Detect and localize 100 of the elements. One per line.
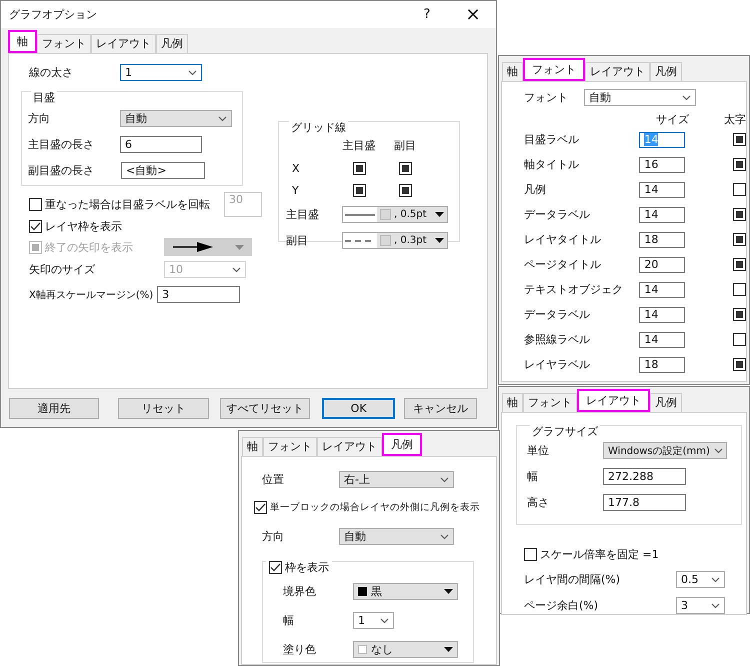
tab[interactable]: 凡例 [156, 34, 188, 53]
caret-icon [444, 647, 453, 652]
checkbox[interactable] [732, 258, 746, 271]
field-label: 参照線ラベル [524, 332, 591, 347]
tab[interactable]: 凡例 [382, 433, 422, 456]
field-label: データラベル [524, 207, 591, 222]
input-field[interactable]: 3 [157, 286, 240, 303]
input-field[interactable]: 18 [639, 356, 686, 372]
dropdown[interactable]: 0.5 [676, 571, 725, 588]
button[interactable]: OK [322, 398, 396, 419]
dropdown[interactable]: 自動 [120, 110, 232, 127]
field-label: レイヤタイトル [524, 232, 602, 247]
tab[interactable]: フォント [523, 58, 585, 81]
dropdown[interactable]: 1 [353, 612, 394, 629]
column-header: 主目盛 [342, 138, 376, 153]
help-button[interactable]: ? [404, 7, 450, 22]
checkbox[interactable] [352, 162, 366, 175]
input-field[interactable]: 14 [639, 182, 686, 198]
checkbox[interactable] [29, 198, 42, 211]
field-label: 塗り色 [283, 642, 317, 657]
tab[interactable]: 凡例 [650, 62, 682, 81]
field-label: ページタイトル [524, 257, 602, 272]
checkbox[interactable] [398, 162, 412, 175]
field-label: レイヤ間の間隔(%) [524, 572, 622, 587]
chevron-icon [711, 602, 720, 608]
field-label: ページ余白(%) [524, 598, 600, 613]
input-field[interactable]: 14 [639, 306, 686, 322]
checkbox[interactable] [524, 548, 537, 561]
color-dropdown[interactable]: なし [353, 641, 458, 658]
input-field[interactable]: <自動> [121, 162, 205, 179]
chevron-icon [682, 94, 691, 100]
checkbox[interactable] [732, 358, 746, 371]
dropdown[interactable]: 1 [120, 64, 202, 81]
chevron-icon [440, 476, 449, 482]
input-field[interactable]: 177.8 [603, 494, 686, 511]
checkbox[interactable] [254, 501, 267, 514]
field-label: X軸再スケールマージン(%) [29, 288, 154, 302]
dropdown[interactable]: 3 [676, 597, 725, 614]
checkbox-label: 単一ブロックの場合レイヤの外側に凡例を表示 [270, 501, 480, 514]
tab[interactable]: フォント [523, 393, 577, 412]
field-label: 凡例 [524, 182, 547, 197]
checkbox[interactable] [732, 233, 746, 246]
caret-icon [435, 212, 444, 217]
dropdown[interactable]: 右-上 [339, 471, 454, 488]
arrow-icon [172, 242, 212, 252]
input-field[interactable]: 18 [639, 232, 686, 248]
input-field[interactable]: 6 [120, 136, 202, 153]
tab[interactable]: 軸 [8, 30, 37, 53]
input-field[interactable]: 20 [639, 256, 686, 272]
tab[interactable]: 凡例 [650, 393, 682, 412]
window-title: グラフオプション [9, 7, 97, 22]
checkbox[interactable] [732, 208, 746, 221]
input-field[interactable]: 272.288 [603, 468, 686, 485]
close-button[interactable]: × [450, 4, 496, 25]
dropdown[interactable]: Windowsの設定(mm) [603, 442, 727, 459]
field-label: レイヤラベル [524, 357, 591, 372]
column-header: 副目 [393, 138, 417, 153]
checkbox[interactable] [269, 561, 282, 574]
tab[interactable]: レイアウト [317, 437, 382, 456]
tab[interactable]: レイアウト [577, 389, 650, 412]
group-title: グラフサイズ [530, 424, 600, 439]
dropdown[interactable]: 自動 [584, 89, 696, 106]
field-label: 線の太さ [29, 65, 74, 80]
input-field[interactable]: 14 [639, 282, 686, 298]
button[interactable]: キャンセル [404, 398, 477, 419]
tab[interactable]: レイアウト [91, 34, 156, 53]
field-label: 主目盛の長さ [28, 137, 95, 152]
checkbox-label: 枠を表示 [285, 560, 329, 575]
checkbox-label: 終了の矢印を表示 [45, 240, 133, 254]
button[interactable]: リセット [118, 398, 209, 419]
tab[interactable]: フォント [37, 34, 91, 53]
line-style-dropdown[interactable]: , 0.5pt [342, 206, 448, 223]
line-style-dropdown[interactable]: , 0.3pt [342, 232, 448, 249]
tab[interactable]: フォント [263, 437, 317, 456]
input-field[interactable]: 14 [639, 332, 686, 348]
tab[interactable]: 軸 [242, 437, 263, 456]
input-field[interactable]: 16 [639, 156, 686, 172]
tab[interactable]: レイアウト [585, 62, 650, 81]
checkbox[interactable] [398, 184, 412, 197]
column-header: 太字 [723, 112, 746, 127]
checkbox[interactable] [29, 220, 42, 233]
input-field[interactable]: 14 [639, 206, 686, 222]
tab[interactable]: 軸 [502, 62, 523, 81]
checkbox[interactable] [732, 308, 746, 321]
checkbox[interactable] [732, 333, 746, 346]
tab[interactable]: 軸 [502, 393, 523, 412]
checkbox[interactable] [732, 158, 746, 171]
field-label: 境界色 [283, 584, 317, 599]
field-label: 副目盛の長さ [28, 163, 95, 178]
button[interactable]: すべてリセット [220, 398, 310, 419]
button[interactable]: 適用先 [9, 398, 100, 419]
dropdown[interactable]: 自動 [339, 528, 454, 545]
field-label: データラベル [524, 307, 591, 322]
checkbox[interactable] [352, 184, 366, 197]
checkbox[interactable] [732, 133, 746, 146]
checkbox[interactable] [732, 183, 746, 196]
row-label: X [291, 162, 301, 175]
checkbox[interactable] [732, 283, 746, 296]
color-dropdown[interactable]: 黒 [353, 583, 458, 600]
swatch-icon [358, 645, 367, 654]
